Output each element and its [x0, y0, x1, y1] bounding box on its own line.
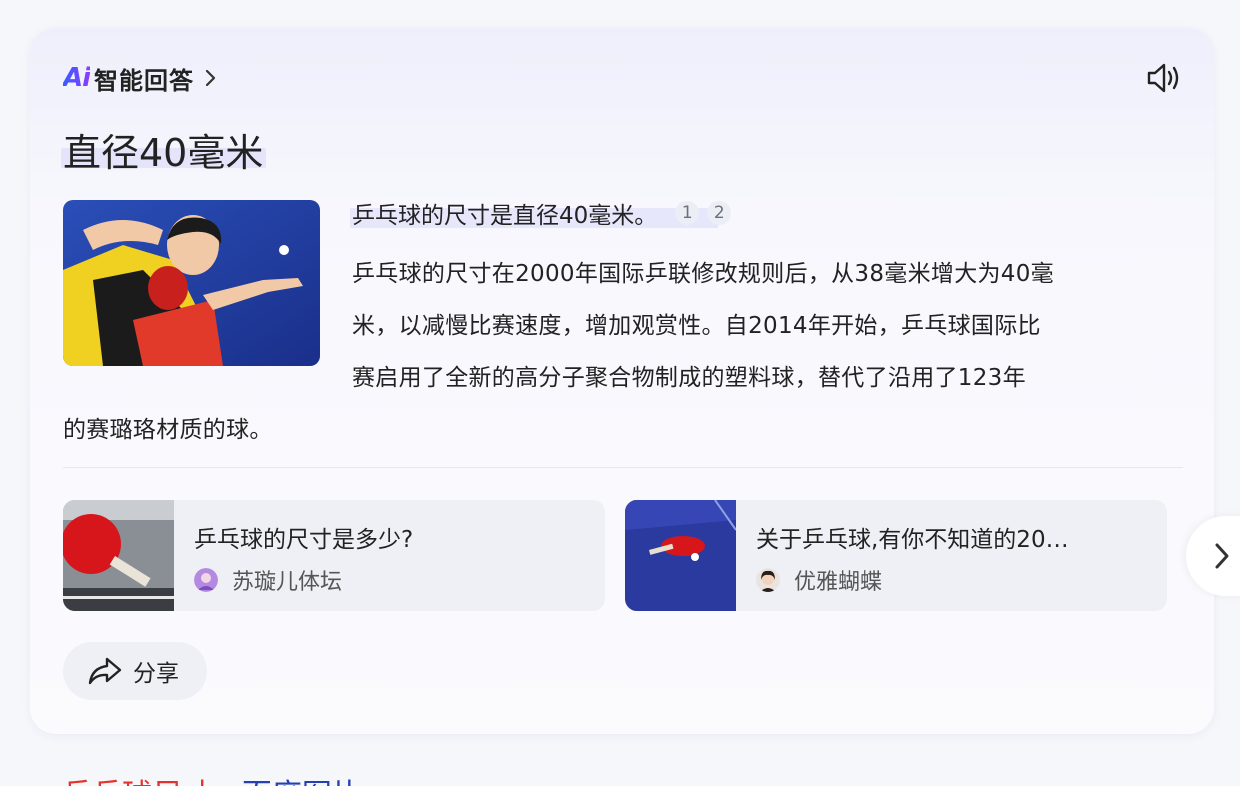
chevron-right-icon	[205, 69, 216, 87]
answer-headline: 直径40毫米	[63, 131, 264, 175]
citation-1[interactable]: 1	[675, 201, 700, 225]
reference-author-name-2: 优雅蝴蝶	[794, 570, 883, 595]
answer-line-2: 米，以减慢比赛速度，增加观赏性。自2014年开始，乒乓球国际比	[352, 313, 1041, 339]
reference-title-2: 关于乒乓球,有你不知道的20…	[756, 527, 1069, 553]
reference-title-1: 乒乓球的尺寸是多少?	[194, 527, 414, 553]
section-divider	[63, 467, 1183, 468]
avatar	[756, 568, 780, 592]
ai-answer-title: 智能回答	[94, 66, 195, 95]
reference-card-1[interactable]: 乒乓球的尺寸是多少? 苏璇儿体坛	[63, 500, 605, 611]
summary-text: 乒乓球的尺寸是直径40毫米。	[352, 203, 658, 229]
reference-thumbnail-2	[625, 500, 736, 611]
citation-2[interactable]: 2	[707, 201, 732, 225]
reference-thumbnail-1	[63, 500, 174, 611]
answer-line-3: 赛启用了全新的高分子聚合物制成的塑料球，替代了沿用了123年	[352, 365, 1026, 391]
reference-card-2[interactable]: 关于乒乓球,有你不知道的20… 优雅蝴蝶	[625, 500, 1167, 611]
reference-author-1: 苏璇儿体坛	[194, 564, 342, 596]
avatar	[194, 568, 218, 592]
ai-answer-header[interactable]: Ai 智能回答	[63, 62, 218, 95]
reference-author-2: 优雅蝴蝶	[756, 564, 882, 596]
answer-summary: 乒乓球的尺寸是直径40毫米。 1 2	[352, 196, 732, 230]
speaker-icon[interactable]	[1145, 60, 1183, 96]
answer-image[interactable]	[63, 200, 320, 366]
link-source: - 百度图片	[212, 778, 362, 786]
chevron-right-icon	[1215, 543, 1229, 569]
share-label: 分享	[133, 661, 179, 687]
reference-author-name-1: 苏璇儿体坛	[232, 570, 343, 595]
ai-logo: Ai	[63, 63, 91, 93]
share-button[interactable]: 分享	[63, 642, 207, 700]
share-icon	[88, 657, 122, 685]
link-keyword: 乒乓球尺寸	[62, 778, 212, 786]
answer-line-4: 的赛璐珞材质的球。	[63, 417, 273, 443]
answer-line-1: 乒乓球的尺寸在2000年国际乒联修改规则后，从38毫米增大为40毫	[352, 261, 1054, 287]
image-search-link[interactable]: 乒乓球尺寸 - 百度图片	[62, 770, 362, 786]
